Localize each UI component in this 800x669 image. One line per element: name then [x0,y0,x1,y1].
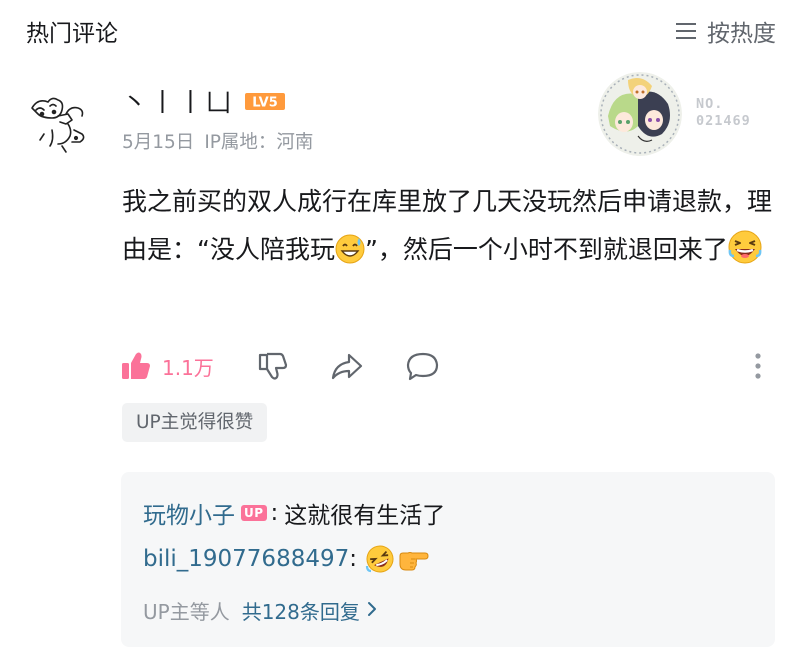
thumbs-up-icon [120,350,152,382]
sort-by-hot-button[interactable]: 按热度 [675,14,776,48]
like-count: 1.1万 [162,355,214,380]
reply-item[interactable]: 玩物小子 UP : 这就很有生活了 [143,496,445,530]
fan-decoration-badge[interactable]: NO. 021469 [598,72,766,158]
level-badge: LV5 [244,90,286,112]
up-badge: UP [241,505,267,521]
reply-separator: : [270,500,279,526]
fan-number-prefix: NO. [696,96,724,112]
comment-action-bar: 1.1万 [120,344,780,388]
chat-bubble-icon [406,350,440,382]
up-liked-tag: UP主觉得很赞 [122,403,268,442]
thumbs-down-icon [256,350,288,382]
ip-location: IP属地：河南 [204,132,314,153]
fan-number-value: 021469 [696,113,751,129]
share-button[interactable] [330,344,364,388]
reply-username[interactable]: bili_19077688497 [143,546,349,572]
comment-text-part2: ”，然后一个小时不到就退回来了 [364,235,728,264]
reply-button[interactable] [406,344,440,388]
fan-number: NO. 021469 [696,96,751,130]
comment-text: 我之前买的双人成行在库里放了几天没玩然后申请退款，理由是：“没人陪我玩 ”，然后… [122,178,778,274]
reply-text: 这就很有生活了 [284,503,446,529]
level-5-icon: LV5 [245,93,286,111]
section-title: 热门评论 [26,21,118,47]
reply-summary: UP主等人 共128条回复 [143,596,378,625]
view-all-replies-link[interactable]: 共128条回复 [242,596,378,625]
more-vertical-icon [748,350,768,382]
reply-item[interactable]: bili_19077688497 : [143,544,429,574]
menu-lines-icon [675,22,697,40]
reply-preview-box[interactable]: 玩物小子 UP : 这就很有生活了 bili_19077688497 : UP主… [121,472,775,647]
username[interactable]: 丶丨丨凵 [122,83,234,119]
reply-total: 共128条回复 [241,600,360,624]
comments-header: 热门评论 按热度 [26,14,776,48]
reply-separator: : [349,546,357,572]
reply-username[interactable]: 玩物小子 [143,496,235,530]
pointing-right-emoji-icon [397,544,429,574]
comment-meta: 5月15日 IP属地：河南 [122,128,313,154]
svg-text:LV5: LV5 [252,96,278,111]
more-options-button[interactable] [748,344,768,388]
comment-date: 5月15日 [122,132,195,153]
share-arrow-icon [330,350,364,382]
sort-label: 按热度 [707,21,776,47]
chevron-right-icon [366,599,378,623]
dislike-button[interactable] [256,344,288,388]
like-button[interactable]: 1.1万 [120,344,214,388]
rolling-laugh-emoji-icon [365,544,395,574]
comment-author-row: 丶丨丨凵 LV5 [122,84,286,118]
fan-decoration-avatar [598,72,682,156]
laughing-emoji-icon [728,230,762,264]
reply-participants: UP主等人 [143,600,230,624]
user-avatar[interactable] [22,86,98,162]
sweat-smile-emoji-icon [335,234,365,264]
